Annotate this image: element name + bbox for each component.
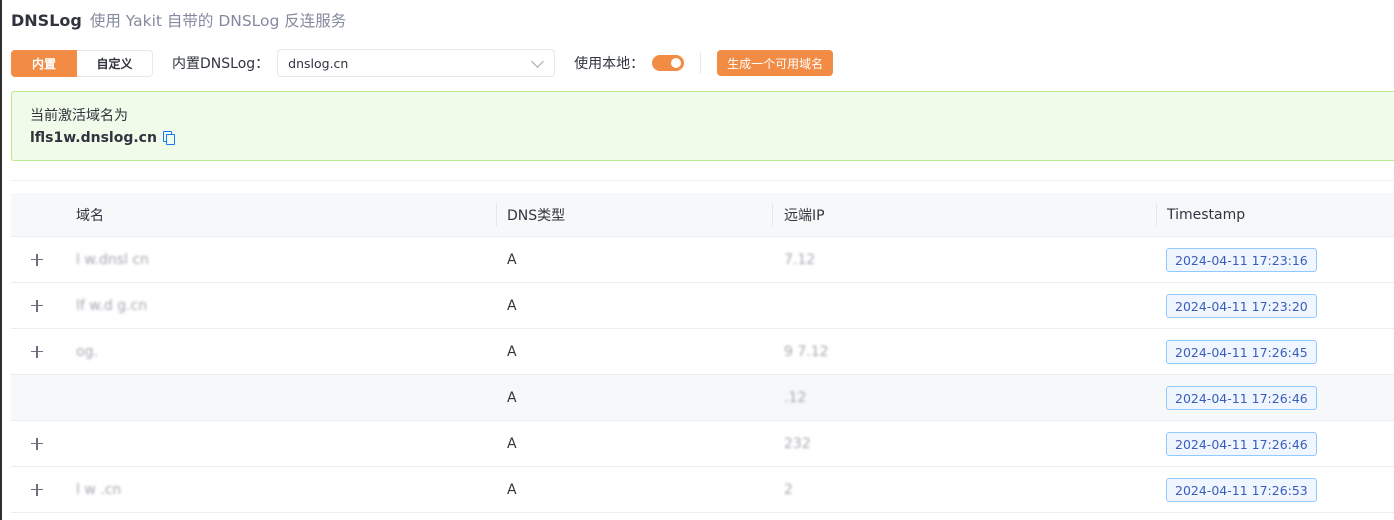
domain-cell: l w.dnsl cn [76, 252, 149, 268]
domain-cell: l w .cn [76, 482, 122, 498]
toolbar-divider [700, 52, 702, 74]
timestamp-tag: 2024-04-11 17:26:45 [1166, 340, 1317, 364]
timestamp-tag: 2024-04-11 17:23:20 [1166, 294, 1317, 318]
window-left-edge [0, 0, 2, 520]
timestamp-tag: 2024-04-11 17:23:16 [1166, 248, 1317, 272]
active-domain: lfls1w.dnslog.cn [30, 130, 175, 146]
mode-switch: 内置 自定义 [11, 49, 153, 77]
use-local-label: 使用本地： [574, 56, 645, 72]
domain-cell: lf w.d g.cn [76, 298, 148, 314]
dns-type-cell: A [507, 390, 517, 406]
column-header-dns-type[interactable]: DNS类型 [507, 193, 565, 237]
chevron-down-icon [531, 54, 545, 68]
remote-ip-cell: 232 [784, 436, 811, 452]
table-row[interactable]: A .12 2024-04-11 17:26:46 [11, 375, 1394, 421]
remote-ip-cell: 7.12 [784, 252, 816, 268]
expand-row-icon[interactable] [30, 437, 44, 451]
column-header-domain[interactable]: 域名 [76, 193, 104, 237]
remote-ip-cell: 9 7.12 [784, 344, 829, 360]
mode-builtin-button[interactable]: 内置 [11, 49, 77, 77]
toggle-knob [671, 58, 682, 68]
active-domain-alert: 当前激活域名为 lfls1w.dnslog.cn [11, 91, 1394, 161]
dns-type-cell: A [507, 252, 517, 268]
generate-domain-button[interactable]: 生成一个可用域名 [717, 50, 834, 76]
dns-type-cell: A [507, 436, 517, 452]
domain-cell: og. [76, 344, 98, 360]
expand-row-icon[interactable] [30, 253, 44, 267]
column-header-remote-ip[interactable]: 远端IP [784, 193, 825, 237]
dns-type-cell: A [507, 482, 517, 498]
builtin-dnslog-label: 内置DNSLog： [172, 56, 270, 72]
remote-ip-cell: 2 [784, 482, 793, 498]
column-header-timestamp[interactable]: Timestamp [1167, 193, 1245, 237]
table-row[interactable]: l w.dnsl cn A 7.12 2024-04-11 17:23:16 [11, 237, 1394, 283]
page-title: DNSLog [11, 11, 82, 30]
table-row[interactable]: A 232 2024-04-11 17:26:46 [11, 421, 1394, 467]
active-domain-title: 当前激活域名为 [30, 108, 128, 124]
copy-icon[interactable] [162, 131, 175, 145]
table-row[interactable]: lf w.d g.cn A 2024-04-11 17:23:20 [11, 283, 1394, 329]
column-divider [496, 204, 497, 226]
column-divider [772, 204, 773, 226]
use-local-toggle[interactable] [652, 55, 685, 71]
active-domain-value: lfls1w.dnslog.cn [30, 130, 157, 146]
toolbar: 内置 自定义 内置DNSLog： dnslog.cn 使用本地： 生成一个可用域… [11, 49, 834, 77]
expand-row-icon[interactable] [30, 299, 44, 313]
column-divider [1156, 204, 1157, 226]
page-header: DNSLog 使用 Yakit 自带的 DNSLog 反连服务 [11, 9, 346, 33]
dns-type-cell: A [507, 298, 517, 314]
timestamp-tag: 2024-04-11 17:26:53 [1166, 478, 1317, 502]
expand-row-icon[interactable] [30, 345, 44, 359]
table-row[interactable]: og. A 9 7.12 2024-04-11 17:26:45 [11, 329, 1394, 375]
remote-ip-cell: .12 [784, 390, 807, 406]
divider [11, 180, 1394, 181]
timestamp-tag: 2024-04-11 17:26:46 [1166, 386, 1317, 410]
dnslog-table: 域名 DNS类型 远端IP Timestamp l w.dnsl cn A 7.… [11, 193, 1394, 513]
page-subtitle: 使用 Yakit 自带的 DNSLog 反连服务 [89, 12, 347, 30]
timestamp-tag: 2024-04-11 17:26:46 [1166, 432, 1317, 456]
table-header: 域名 DNS类型 远端IP Timestamp [11, 193, 1394, 237]
builtin-dnslog-value: dnslog.cn [288, 55, 349, 71]
table-row[interactable]: l w .cn A 2 2024-04-11 17:26:53 [11, 467, 1394, 513]
builtin-dnslog-select[interactable]: dnslog.cn [277, 49, 556, 77]
mode-custom-button[interactable]: 自定义 [77, 49, 153, 77]
dns-type-cell: A [507, 344, 517, 360]
expand-row-icon[interactable] [30, 483, 44, 497]
